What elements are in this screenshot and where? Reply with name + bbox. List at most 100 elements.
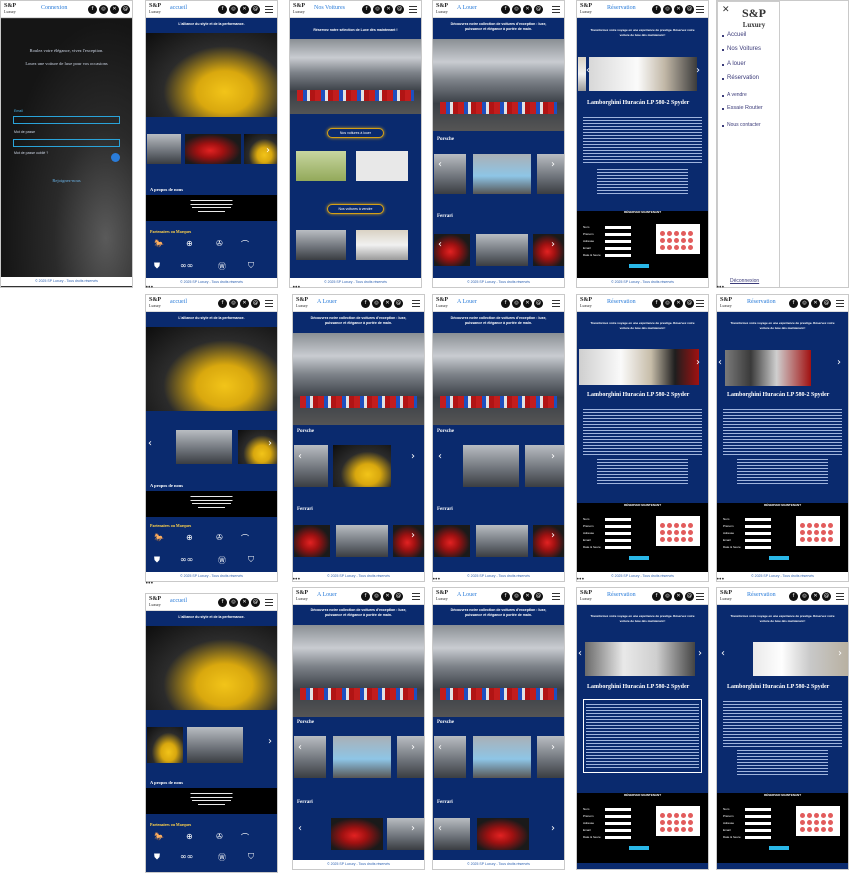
datetime-field[interactable] (605, 836, 631, 839)
carousel-next-icon[interactable]: › (268, 736, 272, 747)
datetime-field[interactable] (745, 546, 771, 549)
facebook-icon[interactable]: f (88, 5, 97, 14)
carousel-prev-icon[interactable]: ‹ (298, 451, 302, 462)
menu-item-essai-routier[interactable]: Essaie Routier (722, 105, 763, 111)
x-icon[interactable]: ✕ (240, 299, 249, 308)
x-icon[interactable]: ✕ (383, 299, 392, 308)
address-field[interactable] (605, 532, 631, 535)
carousel-image[interactable] (477, 818, 529, 850)
carousel-image[interactable] (187, 727, 243, 763)
carousel-next-icon[interactable]: › (838, 648, 842, 659)
name-field[interactable] (745, 808, 771, 811)
x-icon[interactable]: ✕ (523, 5, 532, 14)
carousel-image[interactable] (294, 525, 330, 557)
menu-icon[interactable] (552, 300, 560, 307)
facebook-icon[interactable]: f (789, 592, 798, 601)
carousel-prev-icon[interactable]: ‹ (438, 823, 442, 834)
carousel-image[interactable] (333, 736, 391, 778)
instagram-icon[interactable]: ◎ (512, 592, 521, 601)
calendar-picker[interactable] (796, 806, 840, 836)
facebook-icon[interactable]: f (361, 592, 370, 601)
menu-item-a-vendre[interactable]: A vendre (722, 92, 747, 98)
menu-icon[interactable] (836, 593, 844, 600)
facebook-icon[interactable]: f (789, 299, 798, 308)
email-field[interactable] (745, 539, 771, 542)
brand-logo[interactable]: S&P Luxury (580, 297, 592, 309)
name-field[interactable] (605, 518, 631, 521)
close-icon[interactable]: ✕ (722, 5, 730, 15)
car-photo[interactable] (585, 642, 695, 676)
carousel-prev-icon[interactable]: ‹ (438, 239, 442, 250)
x-icon[interactable]: ✕ (674, 592, 683, 601)
car-photo[interactable] (589, 57, 697, 91)
calendar-picker[interactable] (656, 806, 700, 836)
x-icon[interactable]: ✕ (110, 5, 119, 14)
name-field[interactable] (605, 808, 631, 811)
firstname-field[interactable] (745, 815, 771, 818)
carousel-image[interactable] (331, 818, 383, 850)
brand-logo[interactable]: S&P Luxury (149, 596, 161, 608)
carousel-prev-icon[interactable]: ‹ (438, 159, 442, 170)
carousel-next-icon[interactable]: › (551, 530, 555, 541)
brand-logo[interactable]: S&P Luxury (742, 7, 766, 30)
brand-logo[interactable]: S&P Luxury (296, 590, 308, 602)
brand-logo[interactable]: S&P Luxury (149, 3, 161, 15)
menu-item-reservation[interactable]: Réservation (721, 75, 759, 81)
car-photo[interactable] (579, 349, 699, 385)
carousel-image[interactable] (476, 234, 528, 266)
threads-icon[interactable]: @ (534, 5, 543, 14)
threads-icon[interactable]: @ (251, 5, 260, 14)
instagram-icon[interactable]: ◎ (372, 592, 381, 601)
x-icon[interactable]: ✕ (523, 299, 532, 308)
instagram-icon[interactable]: ◎ (512, 299, 521, 308)
brand-logo[interactable]: S&P Luxury (293, 3, 305, 15)
brand-logo[interactable]: S&P Luxury (436, 297, 448, 309)
datetime-field[interactable] (605, 546, 631, 549)
car-photo[interactable] (725, 350, 811, 386)
carousel-prev-icon[interactable]: ‹ (148, 438, 152, 449)
carousel-image[interactable] (473, 154, 531, 194)
menu-icon[interactable] (265, 599, 273, 606)
firstname-field[interactable] (605, 815, 631, 818)
x-icon[interactable]: ✕ (240, 5, 249, 14)
carousel-next-icon[interactable]: › (551, 742, 555, 753)
instagram-icon[interactable]: ◎ (373, 5, 382, 14)
threads-icon[interactable]: @ (822, 592, 831, 601)
carousel-prev-icon[interactable]: ‹ (298, 742, 302, 753)
threads-icon[interactable]: @ (534, 299, 543, 308)
carousel-image[interactable] (387, 818, 424, 850)
instagram-icon[interactable]: ◎ (663, 299, 672, 308)
threads-icon[interactable]: @ (251, 598, 260, 607)
carousel-next-icon[interactable]: › (551, 823, 555, 834)
menu-icon[interactable] (836, 300, 844, 307)
carousel-next-icon[interactable]: › (696, 357, 700, 368)
brand-logo[interactable]: S&P Luxury (4, 3, 16, 15)
menu-icon[interactable] (265, 300, 273, 307)
brand-logo[interactable]: S&P Luxury (296, 297, 308, 309)
email-field[interactable] (605, 539, 631, 542)
sale-preview-image[interactable] (356, 230, 408, 260)
menu-icon[interactable] (696, 6, 704, 13)
submit-booking-button[interactable] (629, 556, 649, 560)
instagram-icon[interactable]: ◎ (512, 5, 521, 14)
instagram-icon[interactable]: ◎ (99, 5, 108, 14)
threads-icon[interactable]: @ (685, 5, 694, 14)
carousel-image[interactable] (336, 525, 388, 557)
instagram-icon[interactable]: ◎ (663, 592, 672, 601)
threads-icon[interactable]: @ (534, 592, 543, 601)
name-field[interactable] (745, 518, 771, 521)
firstname-field[interactable] (605, 233, 631, 236)
cars-for-sale-button[interactable]: Nos voitures à vendre (326, 204, 385, 214)
password-field[interactable] (13, 139, 120, 147)
datetime-field[interactable] (605, 254, 631, 257)
threads-icon[interactable]: @ (685, 592, 694, 601)
facebook-icon[interactable]: f (652, 592, 661, 601)
brand-logo[interactable]: S&P Luxury (720, 297, 732, 309)
firstname-field[interactable] (605, 525, 631, 528)
menu-icon[interactable] (412, 593, 420, 600)
carousel-next-icon[interactable]: › (696, 65, 700, 76)
threads-icon[interactable]: @ (394, 592, 403, 601)
facebook-icon[interactable]: f (218, 598, 227, 607)
carousel-next-icon[interactable]: › (837, 357, 841, 368)
menu-icon[interactable] (409, 6, 417, 13)
